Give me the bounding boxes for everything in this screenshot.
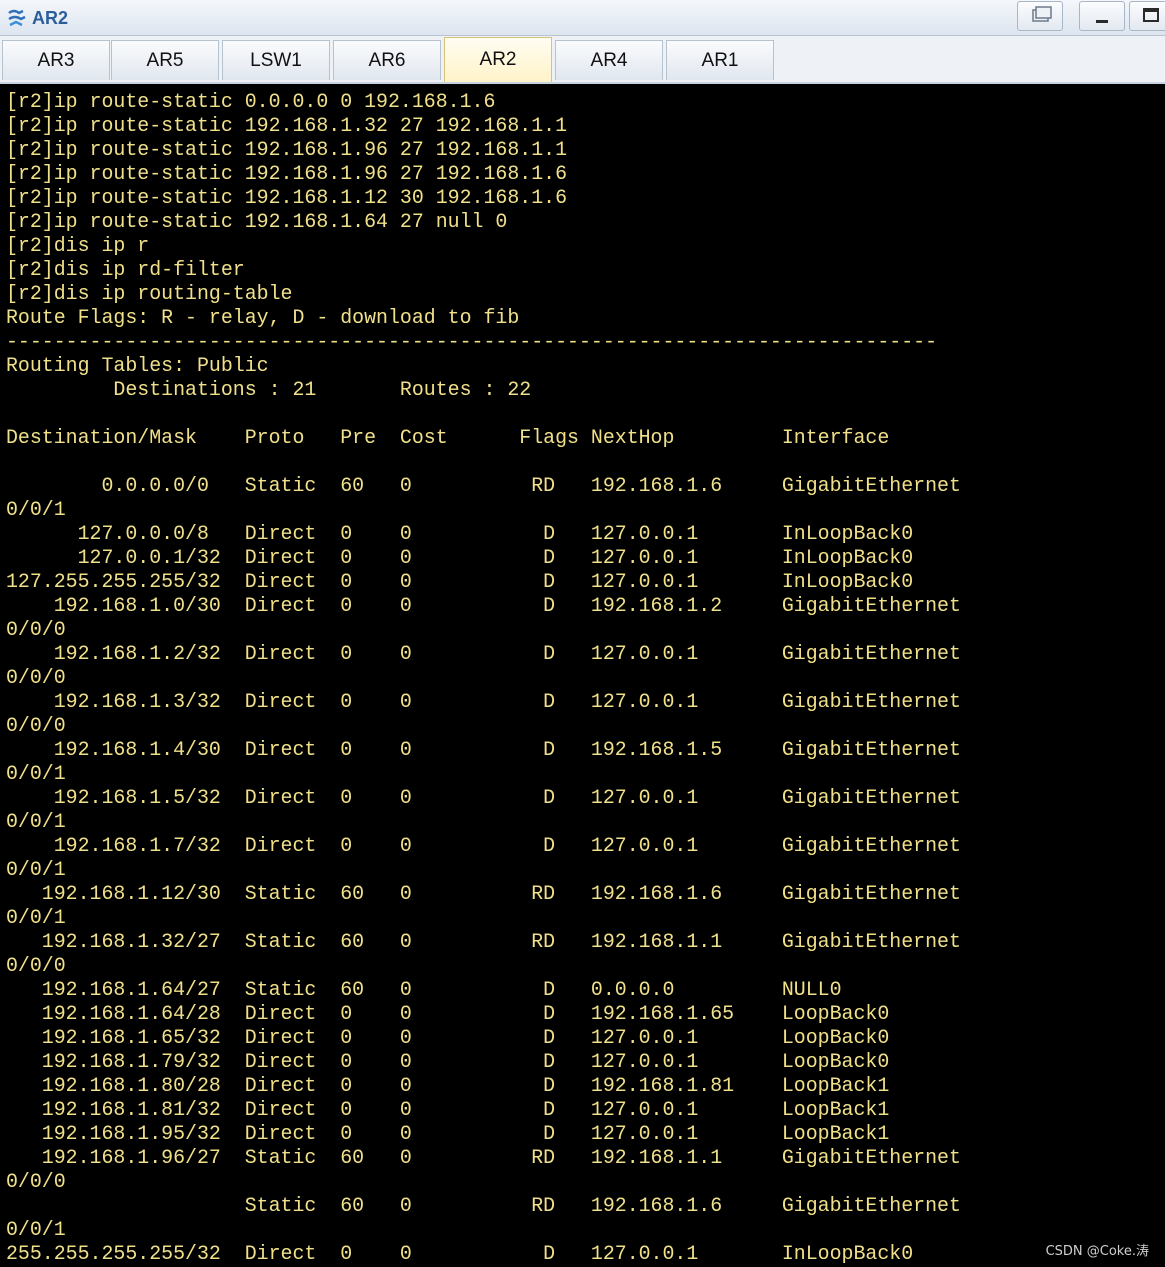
- restore-icon: [1032, 6, 1052, 22]
- terminal-line: 0/0/0: [6, 954, 66, 977]
- terminal-line: 0/0/1: [6, 906, 66, 929]
- tab-ar6[interactable]: AR6: [333, 40, 441, 80]
- maximize-window-button[interactable]: [1129, 1, 1165, 31]
- title-bar: AR2: [0, 0, 1165, 36]
- terminal-line: 192.168.1.95/32 Direct 0 0 D 127.0.0.1 L…: [6, 1122, 890, 1145]
- terminal-line: 192.168.1.81/32 Direct 0 0 D 127.0.0.1 L…: [6, 1098, 890, 1121]
- terminal-line: [r2]dis ip routing-table: [6, 282, 293, 305]
- terminal-line: 192.168.1.79/32 Direct 0 0 D 127.0.0.1 L…: [6, 1050, 890, 1073]
- restore-window-button[interactable]: [1017, 1, 1063, 31]
- terminal-line: 255.255.255.255/32 Direct 0 0 D 127.0.0.…: [6, 1242, 914, 1265]
- terminal-line: 0/0/1: [6, 762, 66, 785]
- terminal-line: 192.168.1.0/30 Direct 0 0 D 192.168.1.2 …: [6, 594, 961, 617]
- terminal-line: [r2]ip route-static 0.0.0.0 0 192.168.1.…: [6, 90, 496, 113]
- terminal-line: 0/0/1: [6, 858, 66, 881]
- terminal-line: Routing Tables: Public: [6, 354, 269, 377]
- terminal-line: 192.168.1.65/32 Direct 0 0 D 127.0.0.1 L…: [6, 1026, 890, 1049]
- tab-ar4[interactable]: AR4: [555, 40, 663, 80]
- terminal-line: Route Flags: R - relay, D - download to …: [6, 306, 520, 329]
- terminal-console[interactable]: [r2]ip route-static 0.0.0.0 0 192.168.1.…: [0, 85, 1165, 1267]
- terminal-line: 192.168.1.80/28 Direct 0 0 D 192.168.1.8…: [6, 1074, 890, 1097]
- terminal-line: 0/0/1: [6, 498, 66, 521]
- terminal-line: 0/0/0: [6, 1170, 66, 1193]
- minimize-window-button[interactable]: [1079, 1, 1125, 31]
- maximize-icon: [1143, 8, 1159, 22]
- terminal-line: Destinations : 21 Routes : 22: [6, 378, 532, 401]
- terminal-line: [r2]ip route-static 192.168.1.96 27 192.…: [6, 162, 568, 185]
- terminal-line: ----------------------------------------…: [6, 330, 938, 353]
- terminal-line: 192.168.1.64/28 Direct 0 0 D 192.168.1.6…: [6, 1002, 890, 1025]
- terminal-line: 192.168.1.32/27 Static 60 0 RD 192.168.1…: [6, 930, 961, 953]
- terminal-line: 192.168.1.96/27 Static 60 0 RD 192.168.1…: [6, 1146, 961, 1169]
- tab-ar2[interactable]: AR2: [444, 37, 552, 82]
- terminal-line: Static 60 0 RD 192.168.1.6 GigabitEthern…: [6, 1194, 961, 1217]
- terminal-line: 127.255.255.255/32 Direct 0 0 D 127.0.0.…: [6, 570, 914, 593]
- tab-ar5[interactable]: AR5: [111, 40, 219, 80]
- terminal-line: [r2]ip route-static 192.168.1.32 27 192.…: [6, 114, 568, 137]
- terminal-line: 0/0/1: [6, 810, 66, 833]
- terminal-line: [r2]ip route-static 192.168.1.12 30 192.…: [6, 186, 568, 209]
- tab-lsw1[interactable]: LSW1: [222, 40, 330, 80]
- minimize-icon: [1096, 20, 1108, 23]
- terminal-output: [r2]ip route-static 0.0.0.0 0 192.168.1.…: [6, 90, 961, 1266]
- terminal-line: [r2]dis ip r: [6, 234, 150, 257]
- device-tab-strip: AR3 AR5 LSW1 AR6 AR2 AR4 AR1: [0, 36, 1165, 84]
- terminal-line: 0/0/0: [6, 666, 66, 689]
- terminal-line: 192.168.1.7/32 Direct 0 0 D 127.0.0.1 Gi…: [6, 834, 961, 857]
- terminal-line: 192.168.1.12/30 Static 60 0 RD 192.168.1…: [6, 882, 961, 905]
- window-title: AR2: [32, 8, 69, 28]
- terminal-line: [r2]dis ip rd-filter: [6, 258, 245, 281]
- terminal-line: 0/0/0: [6, 714, 66, 737]
- router-icon: [8, 9, 26, 27]
- watermark: CSDN @Coke.涛: [1045, 1244, 1149, 1259]
- terminal-line: 0/0/0: [6, 618, 66, 641]
- terminal-line: Destination/Mask Proto Pre Cost Flags Ne…: [6, 426, 890, 449]
- terminal-line: [r2]ip route-static 192.168.1.96 27 192.…: [6, 138, 568, 161]
- terminal-line: 192.168.1.64/27 Static 60 0 D 0.0.0.0 NU…: [6, 978, 842, 1001]
- terminal-line: 127.0.0.1/32 Direct 0 0 D 127.0.0.1 InLo…: [6, 546, 914, 569]
- terminal-line: [r2]ip route-static 192.168.1.64 27 null…: [6, 210, 508, 233]
- terminal-line: 192.168.1.3/32 Direct 0 0 D 127.0.0.1 Gi…: [6, 690, 961, 713]
- terminal-line: 0.0.0.0/0 Static 60 0 RD 192.168.1.6 Gig…: [6, 474, 961, 497]
- tab-ar3[interactable]: AR3: [2, 40, 110, 80]
- terminal-line: 192.168.1.4/30 Direct 0 0 D 192.168.1.5 …: [6, 738, 961, 761]
- terminal-line: 192.168.1.2/32 Direct 0 0 D 127.0.0.1 Gi…: [6, 642, 961, 665]
- terminal-line: 127.0.0.0/8 Direct 0 0 D 127.0.0.1 InLoo…: [6, 522, 914, 545]
- terminal-line: 192.168.1.5/32 Direct 0 0 D 127.0.0.1 Gi…: [6, 786, 961, 809]
- tab-ar1[interactable]: AR1: [666, 40, 774, 80]
- terminal-line: 0/0/1: [6, 1218, 66, 1241]
